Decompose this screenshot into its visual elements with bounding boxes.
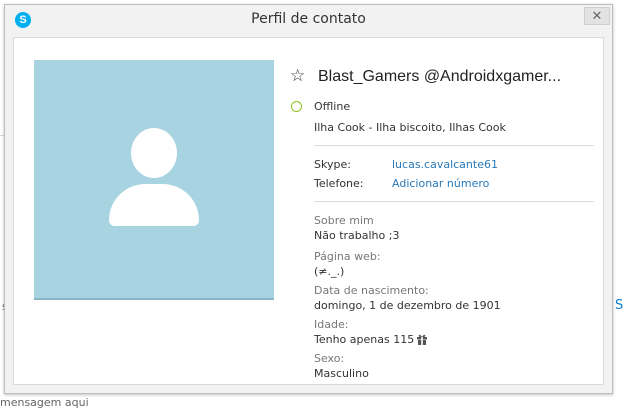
- web-label: Página web:: [314, 250, 381, 263]
- sex-value: Masculino: [314, 367, 369, 380]
- phone-label: Telefone:: [314, 177, 364, 190]
- status-offline-icon: [291, 101, 302, 112]
- contact-name: Blast_Gamers @Androidxgamer...: [318, 68, 562, 85]
- gift-icon: [417, 334, 427, 345]
- add-phone-link[interactable]: Adicionar número: [392, 177, 489, 190]
- web-value: (≠._.): [314, 265, 345, 278]
- birth-label: Data de nascimento:: [314, 284, 429, 297]
- skype-id-link[interactable]: lucas.cavalcante61: [392, 158, 498, 171]
- contact-profile-dialog: S Perfil de contato ✕ ☆ Blast_Gamers @An…: [4, 4, 613, 394]
- birth-value: domingo, 1 de dezembro de 1901: [314, 299, 501, 312]
- avatar: [34, 60, 274, 300]
- background-link-fragment: S: [615, 298, 624, 313]
- profile-content: ☆ Blast_Gamers @Androidxgamer... Offline…: [13, 37, 604, 385]
- close-icon: ✕: [591, 8, 603, 24]
- star-icon[interactable]: ☆: [290, 66, 305, 86]
- background-message-input-fragment: mensagem aqui: [0, 396, 89, 409]
- avatar-placeholder-body: [109, 184, 199, 226]
- location-text: Ilha Cook - Ilha biscoito, Ilhas Cook: [314, 121, 506, 134]
- divider: [314, 201, 594, 202]
- avatar-placeholder-head: [131, 128, 177, 178]
- age-label: Idade:: [314, 318, 349, 331]
- age-value: Tenho apenas 115: [314, 333, 415, 346]
- status-text: Offline: [314, 100, 351, 113]
- close-button[interactable]: ✕: [584, 7, 610, 25]
- divider: [314, 145, 594, 146]
- about-value: Não trabalho ;3: [314, 229, 400, 242]
- dialog-title: Perfil de contato: [251, 11, 366, 27]
- about-label: Sobre mim: [314, 214, 374, 227]
- sex-label: Sexo:: [314, 352, 345, 365]
- skype-label: Skype:: [314, 158, 351, 171]
- dialog-titlebar: S Perfil de contato ✕: [5, 5, 612, 35]
